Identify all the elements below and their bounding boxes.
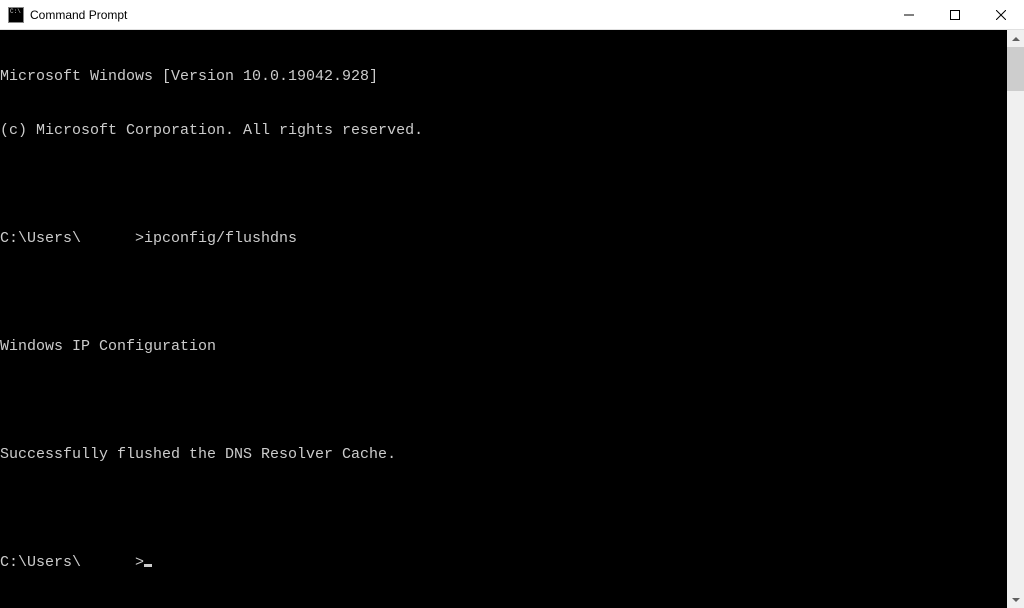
terminal-line xyxy=(0,392,1007,410)
terminal-prompt-line: C:\Users\ > xyxy=(0,554,1007,572)
cursor-icon xyxy=(144,564,152,567)
scroll-track[interactable] xyxy=(1007,47,1024,591)
terminal-line xyxy=(0,500,1007,518)
close-icon xyxy=(996,10,1006,20)
chevron-down-icon xyxy=(1012,598,1020,602)
chevron-up-icon xyxy=(1012,37,1020,41)
terminal-line: (c) Microsoft Corporation. All rights re… xyxy=(0,122,1007,140)
minimize-button[interactable] xyxy=(886,0,932,30)
terminal-line xyxy=(0,176,1007,194)
scroll-thumb[interactable] xyxy=(1007,47,1024,91)
minimize-icon xyxy=(904,10,914,20)
terminal-output[interactable]: Microsoft Windows [Version 10.0.19042.92… xyxy=(0,30,1007,608)
cmd-icon xyxy=(8,7,24,23)
titlebar[interactable]: Command Prompt xyxy=(0,0,1024,30)
terminal-line: Microsoft Windows [Version 10.0.19042.92… xyxy=(0,68,1007,86)
close-button[interactable] xyxy=(978,0,1024,30)
terminal-line: C:\Users\ >ipconfig/flushdns xyxy=(0,230,1007,248)
scroll-up-button[interactable] xyxy=(1007,30,1024,47)
maximize-button[interactable] xyxy=(932,0,978,30)
vertical-scrollbar[interactable] xyxy=(1007,30,1024,608)
client-area: Microsoft Windows [Version 10.0.19042.92… xyxy=(0,30,1024,608)
window-title: Command Prompt xyxy=(30,8,127,22)
maximize-icon xyxy=(950,10,960,20)
terminal-line: Successfully flushed the DNS Resolver Ca… xyxy=(0,446,1007,464)
terminal-prompt: C:\Users\ > xyxy=(0,554,144,571)
scroll-down-button[interactable] xyxy=(1007,591,1024,608)
terminal-line: Windows IP Configuration xyxy=(0,338,1007,356)
terminal-line xyxy=(0,284,1007,302)
